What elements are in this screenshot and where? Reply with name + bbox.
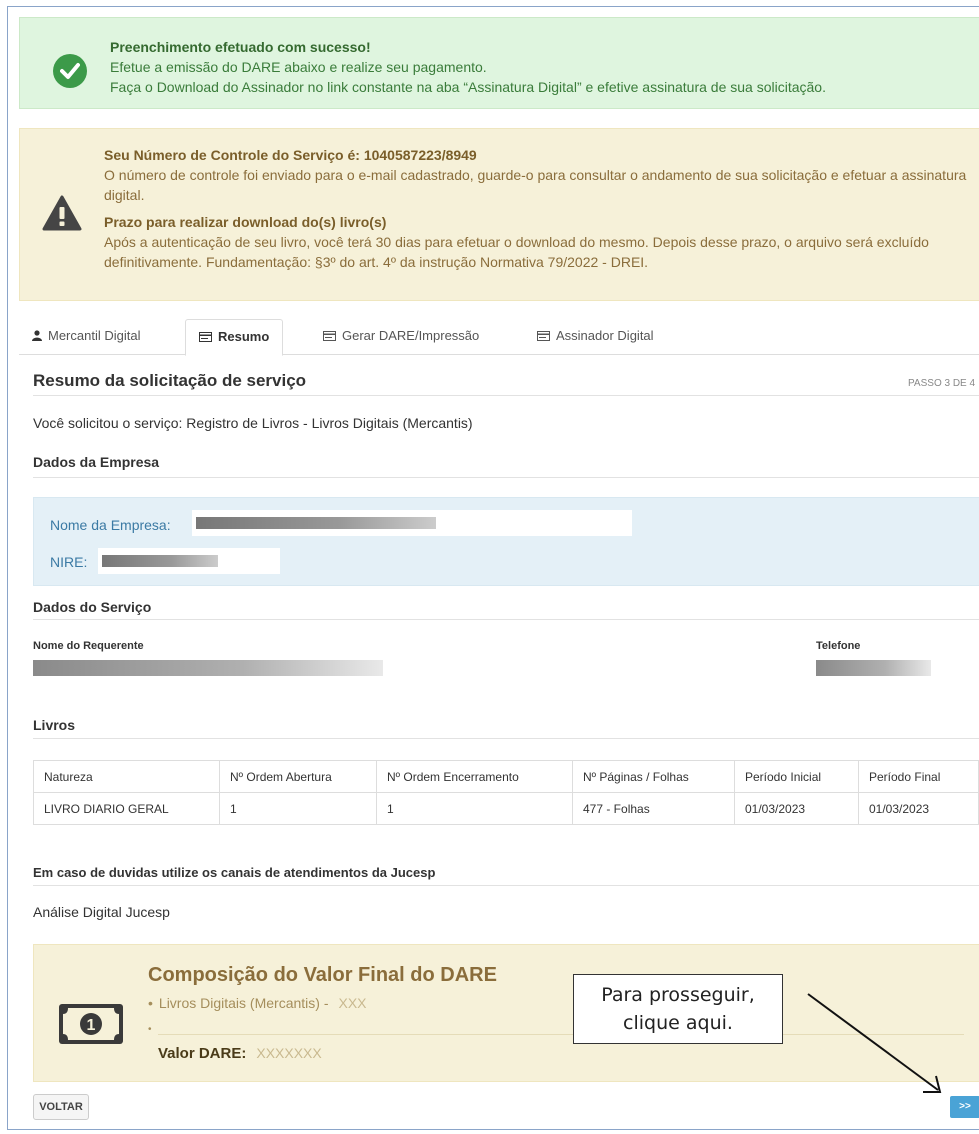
requester-label: Nome do Requerente [33, 640, 144, 652]
tab-mercantil-digital[interactable]: Mercantil Digital [19, 319, 153, 355]
table-cell: 1 [376, 792, 573, 825]
bullet: • [148, 1024, 152, 1035]
table-header-row: Natureza Nº Ordem Abertura Nº Ordem Ence… [33, 760, 979, 793]
table-cell: LIVRO DIARIO GERAL [33, 792, 220, 825]
divider [33, 395, 979, 396]
divider [33, 477, 979, 478]
download-deadline-title: Prazo para realizar download do(s) livro… [104, 214, 387, 230]
check-circle-icon [53, 54, 87, 88]
tab-gerar-dare[interactable]: Gerar DARE/Impressão [310, 319, 492, 355]
company-heading: Dados da Empresa [33, 454, 160, 470]
service-heading: Dados do Serviço [33, 599, 152, 615]
divider [33, 738, 979, 739]
tab-label: Mercantil Digital [48, 328, 141, 343]
table-cell: 01/03/2023 [858, 792, 979, 825]
callout-line-2: clique aqui. [623, 1012, 733, 1034]
callout-line-1: Para prosseguir, [601, 984, 755, 1006]
dare-total-value: XXXXXXX [256, 1045, 322, 1061]
table-row: LIVRO DIARIO GERAL 1 1 477 - Folhas 01/0… [33, 792, 979, 825]
requester-value-redacted [33, 660, 383, 676]
card-icon [323, 331, 336, 341]
dare-item-value: XXX [338, 995, 367, 1011]
tab-label: Assinador Digital [556, 328, 654, 343]
service-description: Você solicitou o serviço: Registro de Li… [33, 415, 473, 431]
success-title: Preenchimento efetuado com sucesso! [110, 39, 371, 55]
divider [33, 619, 979, 620]
warning-icon [42, 195, 82, 231]
tab-resumo[interactable]: Resumo [185, 319, 284, 356]
warning-alert: Seu Número de Controle do Serviço é: 104… [19, 128, 979, 301]
table-cell: 1 [219, 792, 377, 825]
books-table: Natureza Nº Ordem Abertura Nº Ordem Ence… [33, 760, 979, 825]
tab-bar: Mercantil Digital Resumo Gerar DARE/Impr… [19, 319, 979, 356]
column-header: Período Inicial [734, 760, 859, 793]
column-header: Nº Ordem Encerramento [376, 760, 573, 793]
back-button[interactable]: VOLTAR [33, 1094, 89, 1120]
support-heading: Em caso de duvidas utilize os canais de … [33, 865, 436, 880]
tab-assinador-digital[interactable]: Assinador Digital [524, 319, 667, 355]
download-deadline-text: Após a autenticação de seu livro, você t… [104, 234, 929, 270]
dare-item-label: Livros Digitais (Mercantis) - [158, 995, 329, 1011]
instruction-callout: Para prosseguir, clique aqui. [573, 974, 783, 1044]
dare-composition-box: 1 Composição do Valor Final do DARE • Liv… [33, 944, 979, 1082]
support-text: Análise Digital Jucesp [33, 904, 170, 920]
success-line-2: Faça o Download do Assinador no link con… [110, 79, 826, 95]
column-header: Período Final [858, 760, 979, 793]
column-header: Nº Ordem Abertura [219, 760, 377, 793]
table-cell: 477 - Folhas [572, 792, 735, 825]
column-header: Natureza [33, 760, 220, 793]
nire-label: NIRE: [50, 554, 88, 570]
table-cell: 01/03/2023 [734, 792, 859, 825]
nire-value-redacted [98, 548, 280, 574]
dare-item: • Livros Digitais (Mercantis) - XXX [148, 995, 367, 1011]
phone-label: Telefone [816, 640, 861, 652]
user-icon [32, 330, 42, 341]
books-heading: Livros [33, 717, 76, 733]
step-indicator: PASSO 3 DE 4 [908, 378, 976, 389]
tab-label: Gerar DARE/Impressão [342, 328, 480, 343]
success-alert: Preenchimento efetuado com sucesso! Efet… [19, 17, 979, 109]
control-number-title: Seu Número de Controle do Serviço é: 104… [104, 147, 477, 163]
tab-label: Resumo [218, 329, 270, 344]
dare-total-label: Valor DARE: [158, 1045, 247, 1062]
page-frame: Preenchimento efetuado com sucesso! Efet… [7, 6, 979, 1130]
money-icon: 1 [59, 1004, 123, 1044]
company-name-label: Nome da Empresa: [50, 517, 171, 533]
dare-total: Valor DARE: XXXXXXX [158, 1045, 322, 1062]
company-name-value-redacted [192, 510, 632, 536]
page-title: Resumo da solicitação de serviço [33, 371, 307, 390]
next-button[interactable]: >> [950, 1096, 979, 1118]
column-header: Nº Páginas / Folhas [572, 760, 735, 793]
success-line-1: Efetue a emissão do DARE abaixo e realiz… [110, 59, 487, 75]
dare-title: Composição do Valor Final do DARE [148, 964, 497, 986]
svg-text:1: 1 [87, 1017, 96, 1034]
control-number-text: O número de controle foi enviado para o … [104, 167, 967, 203]
divider [158, 1034, 964, 1035]
phone-value-redacted [816, 660, 931, 676]
company-info-box: Nome da Empresa: NIRE: [33, 497, 979, 586]
divider [33, 885, 979, 886]
card-icon [199, 332, 212, 342]
card-icon [537, 331, 550, 341]
